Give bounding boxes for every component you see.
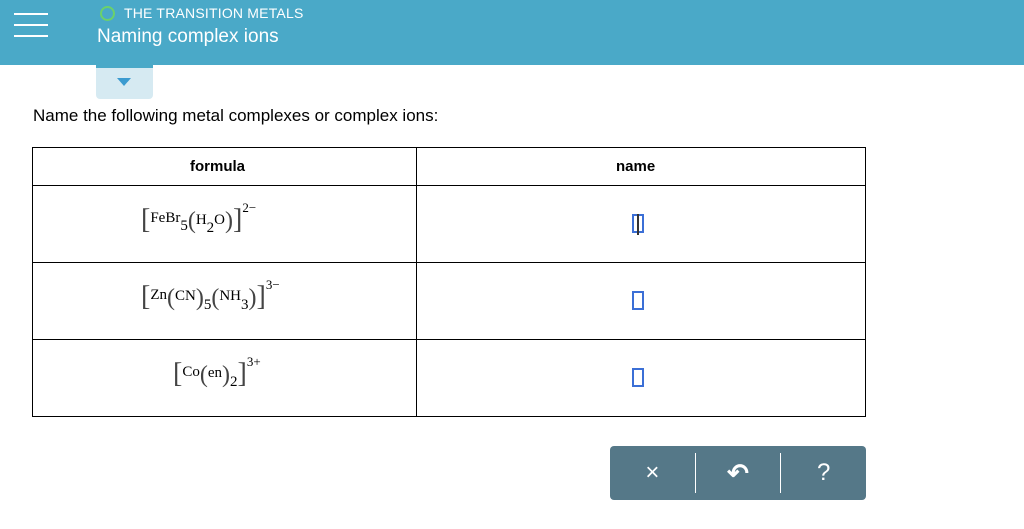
question-prompt: Name the following metal complexes or co… [33, 106, 439, 125]
charge-superscript: 2− [242, 199, 257, 215]
column-divider [416, 148, 417, 416]
formula-core: FeBr [150, 210, 181, 226]
bracket-close: ] [256, 281, 266, 312]
undo-button[interactable]: ↶ [696, 446, 781, 500]
progress-circle-icon [100, 5, 115, 21]
paren-close: ) [225, 208, 234, 234]
ligand-text: CN [175, 288, 196, 304]
paren-close: ) [222, 362, 231, 388]
answer-table: formula name [FeBr5(H2O)]2− [Zn(CN)5(NH3… [32, 147, 866, 417]
header-divider [33, 185, 865, 186]
ligand-subscript: 3 [241, 297, 249, 314]
answer-toolbar: × ↶ ? [610, 446, 866, 500]
page-title: Naming complex ions [97, 26, 279, 47]
help-button[interactable]: ? [781, 446, 866, 500]
row-divider [33, 262, 865, 263]
ligand-text: NH [219, 288, 242, 304]
formula-core: Co [182, 364, 200, 380]
undo-icon: ↶ [727, 457, 749, 488]
column-header-formula: formula [190, 158, 246, 175]
name-answer-input-2[interactable] [632, 291, 644, 310]
ligand-text: H [195, 212, 207, 228]
formula-row-1: [FeBr5(H2O)]2− [141, 200, 256, 237]
close-icon: × [645, 459, 660, 486]
clear-button[interactable]: × [610, 446, 695, 500]
paren-open: ( [199, 362, 208, 388]
topic-row: THE TRANSITION METALS [100, 4, 303, 22]
formula-row-2: [Zn(CN)5(NH3)]3− [141, 277, 280, 314]
formula-row-3: [Co(en)2]3+ [173, 354, 261, 391]
menu-icon[interactable] [14, 10, 48, 40]
help-icon: ? [817, 459, 831, 486]
paren-close: ) [248, 285, 257, 311]
name-answer-input-1[interactable] [632, 214, 644, 235]
column-header-name: name [616, 158, 656, 175]
ligand-text: en [207, 365, 223, 381]
expand-dropdown-tab[interactable] [96, 65, 153, 99]
charge-superscript: 3− [265, 276, 280, 292]
bracket-close: ] [237, 358, 247, 389]
formula-subscript: 5 [180, 218, 188, 235]
bracket-open: [ [141, 204, 151, 235]
bracket-open: [ [141, 281, 151, 312]
text-caret [637, 214, 639, 235]
ligand-subscript: 2 [230, 374, 238, 391]
chevron-down-icon [117, 78, 131, 86]
paren-open: ( [167, 285, 175, 311]
header-bar: THE TRANSITION METALS Naming complex ion… [0, 0, 1024, 65]
ligand-text: O [214, 212, 226, 228]
name-answer-input-3[interactable] [632, 368, 644, 387]
formula-core: Zn [150, 287, 167, 303]
paren-open: ( [187, 208, 196, 234]
bracket-close: ] [233, 204, 243, 235]
charge-superscript: 3+ [246, 353, 261, 369]
bracket-open: [ [173, 358, 183, 389]
paren-close: ) [195, 285, 204, 311]
topic-label: THE TRANSITION METALS [124, 5, 304, 21]
row-divider [33, 339, 865, 340]
